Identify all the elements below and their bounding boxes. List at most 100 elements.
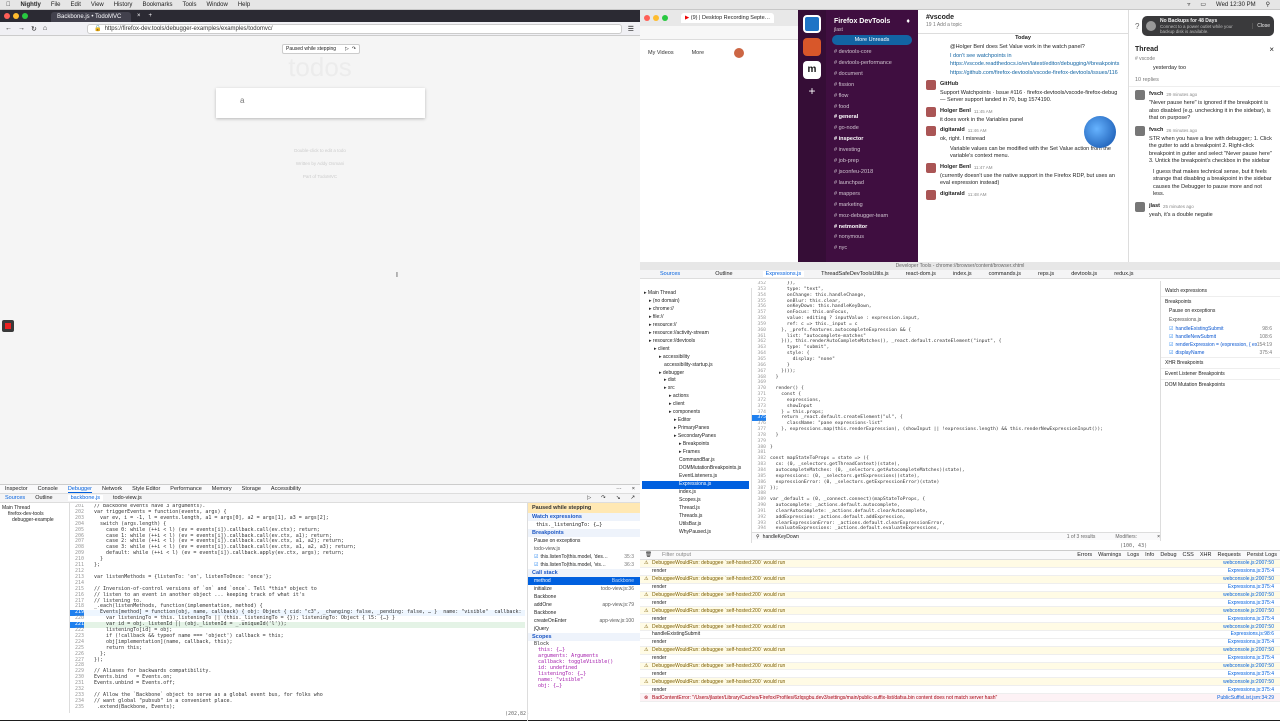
browser-tab[interactable]: Backbone.js • TodoMVC [51, 11, 131, 22]
console-message[interactable]: DebuggeeWouldRun: debuggee `self-hosted:… [652, 679, 1223, 685]
tree-item[interactable]: ▸ resource:// [642, 322, 749, 330]
new-todo-input[interactable]: a [216, 88, 425, 118]
workspace-icon[interactable] [803, 38, 821, 56]
search-icon[interactable]: ⚲ [1266, 1, 1270, 8]
sources-tab[interactable]: Sources [5, 495, 25, 501]
channel-item[interactable]: # fission [826, 80, 918, 91]
breakpoints-header[interactable]: Breakpoints [1161, 297, 1280, 307]
console-message[interactable]: render [652, 687, 1228, 693]
tree-item[interactable]: Scopes.js [642, 497, 749, 505]
channel-item[interactable]: # inspector [826, 134, 918, 145]
tree-item[interactable]: ▸ chrome:// [642, 306, 749, 314]
file-tab-todo-view[interactable]: todo-view.js [113, 495, 142, 501]
outline-tab[interactable]: Outline [35, 495, 52, 501]
performance-tab[interactable]: Performance [170, 486, 202, 492]
tree-item[interactable]: ▸ client [642, 346, 749, 354]
step-out-button[interactable]: ↗ [630, 495, 635, 501]
avatar[interactable] [926, 79, 936, 90]
tree-item[interactable]: ▸ Main Thread [642, 290, 749, 298]
close-window-button[interactable] [4, 13, 10, 19]
forward-icon[interactable]: → [18, 25, 25, 32]
file-tab[interactable]: devtools.js [1071, 271, 1097, 277]
tree-item[interactable]: CommandBar.js [642, 457, 749, 465]
console-message[interactable]: DebuggeeWouldRun: debuggee `self-hosted:… [652, 576, 1223, 582]
yt-tab[interactable]: ▶ (9) | Desktop Recording Septe… [681, 13, 775, 23]
inspector-tab[interactable]: Inspector [5, 486, 28, 492]
file-tab[interactable]: commands.js [989, 271, 1021, 277]
avatar[interactable] [926, 189, 936, 200]
call-stack-frame[interactable]: jQuery [528, 625, 640, 633]
dom-mutation-breakpoints-header[interactable]: DOM Mutation Breakpoints [1161, 379, 1280, 390]
channel-item[interactable]: # nyc [826, 243, 918, 254]
close-devtools-icon[interactable]: × [632, 486, 635, 492]
channel-item[interactable]: # investing [826, 145, 918, 156]
tree-item[interactable]: ▸ debugger [642, 370, 749, 378]
message-author[interactable]: Holger Benl [940, 164, 971, 172]
console-source-link[interactable]: Expressions.js:98:6 [1231, 631, 1274, 637]
tree-item[interactable]: ▸ Breakpoints [642, 441, 749, 449]
avatar[interactable] [926, 162, 936, 173]
message-author[interactable]: fvsch [1149, 127, 1163, 135]
pause-on-exceptions-checkbox[interactable]: Pause on exceptions [1161, 307, 1280, 315]
file-tab[interactable]: ThreadSafeDevToolsUtils.js [821, 271, 889, 277]
workspace-name[interactable]: Firefox DevTools ♦ [826, 10, 918, 27]
checkbox-icon[interactable]: ☑ [1169, 334, 1173, 340]
console-source-link[interactable]: webconsole.js:2007:50 [1223, 647, 1274, 653]
console-message[interactable]: render [652, 671, 1228, 677]
menu-help[interactable]: Help [238, 2, 250, 8]
tree-item[interactable]: ▸ Frames [642, 449, 749, 457]
console-message[interactable]: render [652, 600, 1228, 606]
workspace-icon[interactable] [803, 15, 821, 33]
xhr-breakpoints-header[interactable]: XHR Breakpoints [1161, 357, 1280, 368]
more-unreads-button[interactable]: More Unreads [832, 35, 912, 45]
code-editor[interactable]: 201 // Backbone events have 3 arguments)… [70, 504, 525, 709]
console-source-link[interactable]: webconsole.js:2007:50 [1223, 679, 1274, 685]
tree-item[interactable]: EventListeners.js [642, 473, 749, 481]
console-message[interactable]: BadContentError: "/Users/jlaster/Library… [652, 695, 1217, 701]
event-listener-breakpoints-header[interactable]: Event Listener Breakpoints [1161, 368, 1280, 379]
message-author[interactable]: GitHub [940, 81, 958, 89]
breakpoint-item[interactable]: ☑renderExpression = (expression, { exitI… [1161, 341, 1280, 349]
home-icon[interactable]: ⌂ [43, 25, 47, 32]
menu-file[interactable]: File [51, 2, 61, 8]
menu-view[interactable]: View [91, 2, 104, 8]
tree-item[interactable]: index.js [642, 489, 749, 497]
console-filter-tab[interactable]: Logs [1127, 552, 1139, 558]
tree-item[interactable]: Thread.js [642, 505, 749, 513]
menu-window[interactable]: Window [206, 2, 227, 8]
toast-close-button[interactable]: Close [1252, 23, 1270, 29]
menu-history[interactable]: History [114, 2, 133, 8]
console-message[interactable]: DebuggeeWouldRun: debuggee `self-hosted:… [652, 663, 1223, 669]
new-tab-icon[interactable]: + [149, 13, 153, 19]
console-source-link[interactable]: Expressions.js:375:4 [1228, 687, 1274, 693]
channel-item[interactable]: # document [826, 69, 918, 80]
file-tab[interactable]: index.js [953, 271, 972, 277]
memory-tab[interactable]: Memory [212, 486, 232, 492]
tree-item[interactable]: ▸ PrimaryPanes [642, 425, 749, 433]
breakpoint-item[interactable]: ☑ this.listenTo(this.model, 'vis… 36:3 [528, 561, 640, 569]
menu-bookmarks[interactable]: Bookmarks [142, 2, 172, 8]
console-message[interactable]: DebuggeeWouldRun: debuggee `self-hosted:… [652, 560, 1223, 566]
breakpoint-item[interactable]: ☑ handleNewSubmit 108:6 [1161, 333, 1280, 341]
channel-item[interactable]: # moz-debugger-team [826, 211, 918, 222]
watch-item[interactable]: this._listeningTo: {…} [528, 521, 640, 529]
tree-item[interactable]: ▸ dist [642, 377, 749, 385]
tree-item[interactable]: WhyPaused.js [642, 529, 749, 537]
console-message[interactable]: render [652, 655, 1228, 661]
apple-icon[interactable]:  [6, 2, 11, 8]
call-stack-frame[interactable]: Backbone [528, 609, 640, 617]
step-over-button[interactable]: ↷ [601, 495, 606, 501]
minimize-window-button[interactable] [653, 15, 659, 21]
console-message[interactable]: render [652, 639, 1228, 645]
console-source-link[interactable]: Expressions.js:375:4 [1228, 568, 1274, 574]
scopes-header[interactable]: Scopes [528, 633, 640, 641]
message-author[interactable]: digitarald [940, 127, 965, 135]
call-stack-header[interactable]: Call stack [528, 569, 640, 577]
tree-item[interactable]: ▸ resource://devtools [642, 338, 749, 346]
console-source-link[interactable]: PublicSuffixList.jsm:34:29 [1217, 695, 1274, 701]
tree-item[interactable]: accessibility-startup.js [642, 362, 749, 370]
checkbox-icon[interactable]: ☑ [1169, 326, 1173, 332]
more-link[interactable]: More [692, 50, 705, 56]
battery-icon[interactable]: ▭ [1200, 1, 1206, 8]
accessibility-tab[interactable]: Accessibility [271, 486, 301, 492]
